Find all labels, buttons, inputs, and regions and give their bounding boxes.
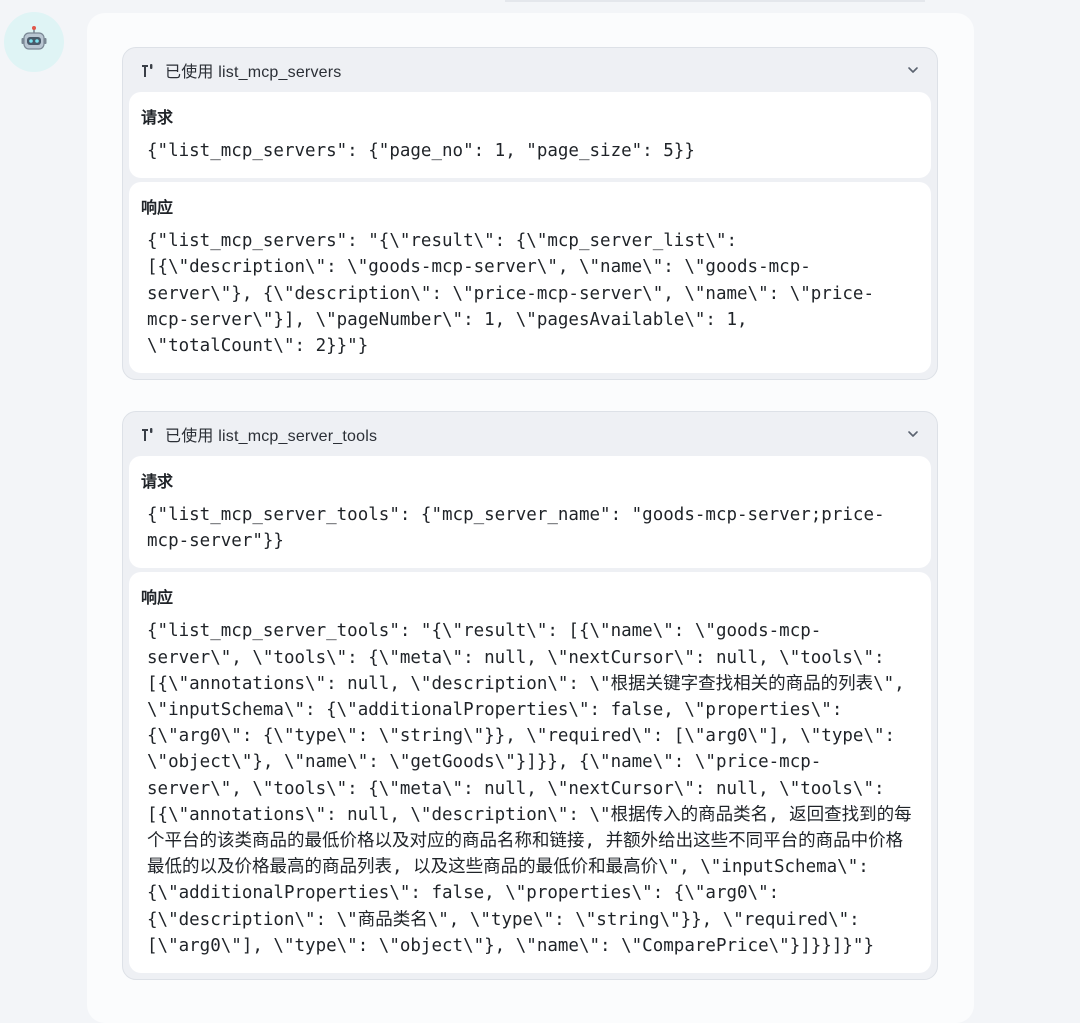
request-section: 请求 {"list_mcp_server_tools": {"mcp_serve… <box>129 456 931 569</box>
chevron-down-icon[interactable] <box>905 62 921 78</box>
tool-call-header[interactable]: 已使用 list_mcp_server_tools <box>129 412 931 456</box>
request-label: 请求 <box>141 110 174 127</box>
top-divider <box>505 0 925 2</box>
robot-icon <box>19 25 49 60</box>
chevron-down-icon[interactable] <box>905 426 921 442</box>
request-body: {"list_mcp_servers": {"page_no": 1, "pag… <box>147 141 695 161</box>
tool-call-title: 已使用 list_mcp_server_tools <box>165 428 378 445</box>
response-label: 响应 <box>141 200 174 218</box>
assistant-avatar <box>4 12 64 72</box>
response-body: {"list_mcp_server_tools": "{\"result\": … <box>147 621 912 956</box>
tool-call-header[interactable]: 已使用 list_mcp_servers <box>129 48 931 92</box>
tool-icon <box>139 61 157 79</box>
request-label: 请求 <box>141 474 174 491</box>
tool-call-card: 已使用 list_mcp_servers 请求 {"list_mcp_serve… <box>122 47 938 381</box>
response-section: 响应 {"list_mcp_servers": "{\"result\": {\… <box>129 182 931 374</box>
tool-icon <box>139 425 157 443</box>
response-section: 响应 {"list_mcp_server_tools": "{\"result\… <box>129 572 931 974</box>
response-label: 响应 <box>141 590 174 608</box>
tool-call-card: 已使用 list_mcp_server_tools 请求 {"list_mcp_… <box>122 411 938 981</box>
tool-call-title: 已使用 list_mcp_servers <box>165 64 342 81</box>
request-section: 请求 {"list_mcp_servers": {"page_no": 1, "… <box>129 92 931 179</box>
request-body: {"list_mcp_server_tools": {"mcp_server_n… <box>147 505 885 552</box>
response-body: {"list_mcp_servers": "{\"result\": {\"mc… <box>147 231 874 357</box>
